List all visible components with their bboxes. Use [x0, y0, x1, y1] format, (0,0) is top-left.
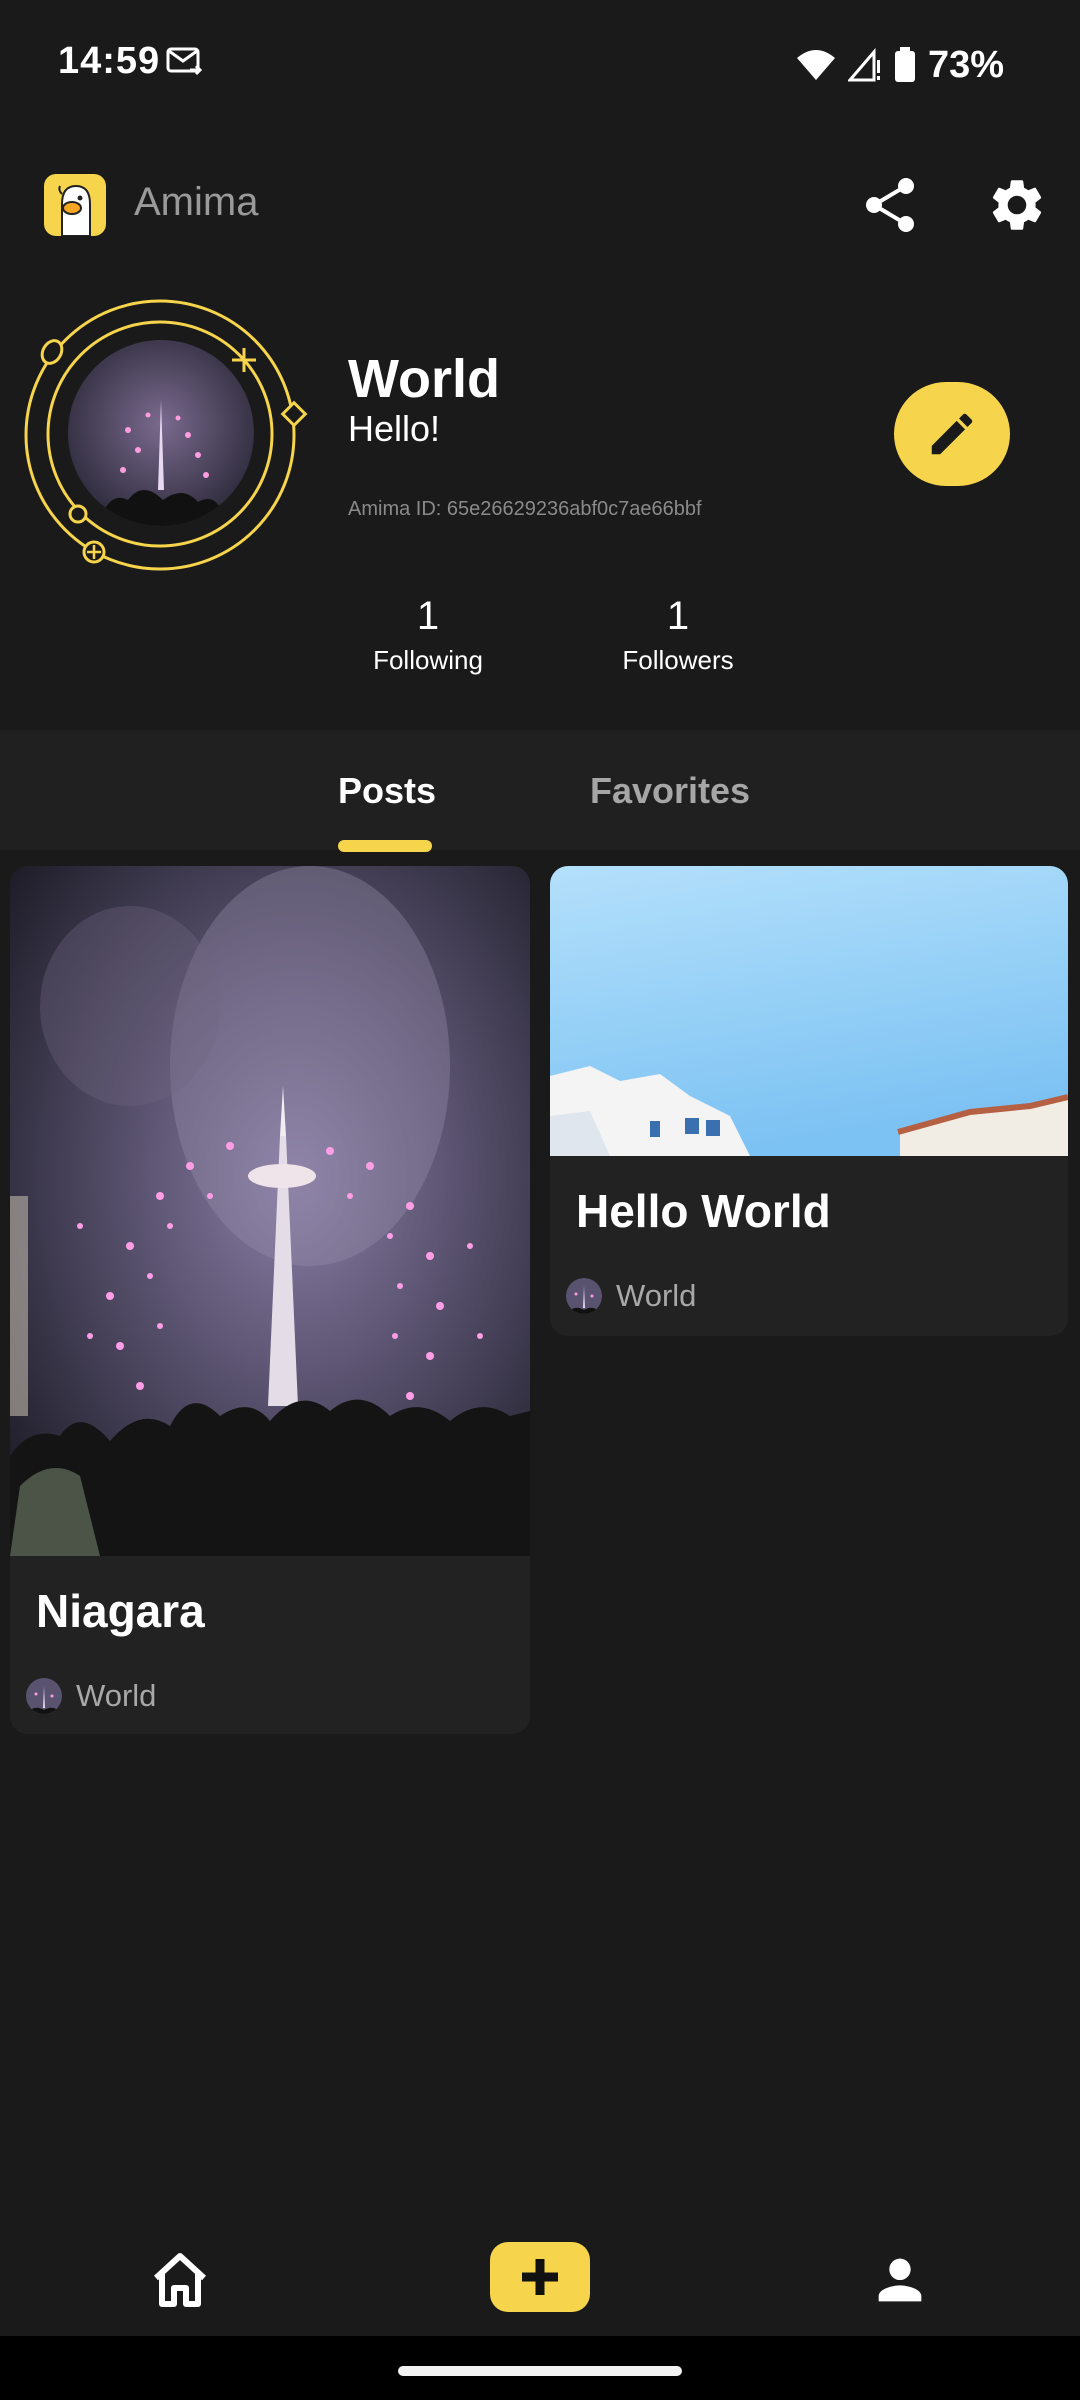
tab-active-indicator	[338, 840, 432, 852]
post-author[interactable]: World	[26, 1678, 156, 1714]
nav-home-button[interactable]	[148, 2250, 212, 2310]
status-indicators: 73%	[796, 40, 1004, 90]
profile-name: World	[348, 349, 500, 409]
following-stat[interactable]: 1 Following	[328, 594, 528, 676]
post-author[interactable]: World	[566, 1278, 696, 1314]
author-avatar	[566, 1278, 602, 1314]
battery-icon	[894, 47, 915, 82]
post-title: Hello World	[576, 1185, 831, 1237]
post-image	[10, 866, 530, 1556]
profile-tabs: Posts Favorites	[0, 730, 1080, 852]
duck-logo-icon	[58, 184, 91, 236]
home-gesture-bar[interactable]	[398, 2366, 682, 2376]
status-time: 14:59	[58, 40, 161, 82]
add-icon	[522, 2259, 558, 2295]
followers-stat[interactable]: 1 Followers	[578, 594, 778, 676]
following-count: 1	[416, 594, 440, 638]
mail-notification-icon	[166, 47, 203, 76]
post-card[interactable]: Hello World World	[550, 866, 1068, 1336]
gear-icon	[992, 180, 1042, 230]
home-icon	[153, 2253, 207, 2307]
battery-percent: 73%	[927, 43, 1004, 86]
post-title: Niagara	[36, 1585, 205, 1637]
app-logo	[44, 174, 106, 236]
nav-profile-button[interactable]	[868, 2248, 932, 2312]
cell-signal-icon	[847, 48, 880, 82]
followers-count: 1	[666, 594, 690, 638]
avatar-photo	[68, 340, 254, 526]
app-title: Amima	[134, 180, 259, 224]
settings-button[interactable]	[986, 174, 1048, 236]
tab-favorites[interactable]: Favorites	[590, 770, 750, 812]
wifi-icon	[796, 50, 835, 80]
edit-profile-button[interactable]	[894, 382, 1010, 486]
profile-avatar[interactable]	[20, 290, 310, 580]
author-name: World	[616, 1278, 697, 1313]
profile-bio: Hello!	[348, 408, 441, 449]
bottom-navigation	[0, 2210, 1080, 2336]
following-label: Following	[373, 645, 483, 675]
person-icon	[878, 2258, 922, 2302]
author-name: World	[76, 1678, 157, 1713]
post-image	[550, 866, 1068, 1156]
post-card[interactable]: Niagara World	[10, 866, 530, 1734]
nav-add-post-button[interactable]	[490, 2242, 590, 2312]
share-icon	[866, 178, 914, 232]
pencil-icon	[931, 413, 973, 455]
share-button[interactable]	[860, 174, 922, 236]
tab-posts[interactable]: Posts	[338, 770, 436, 812]
status-bar: 14:59 73%	[0, 0, 1080, 130]
followers-label: Followers	[622, 645, 734, 675]
author-avatar	[26, 1678, 62, 1714]
profile-id: Amima ID: 65e26629236abf0c7ae66bbf	[348, 498, 702, 520]
